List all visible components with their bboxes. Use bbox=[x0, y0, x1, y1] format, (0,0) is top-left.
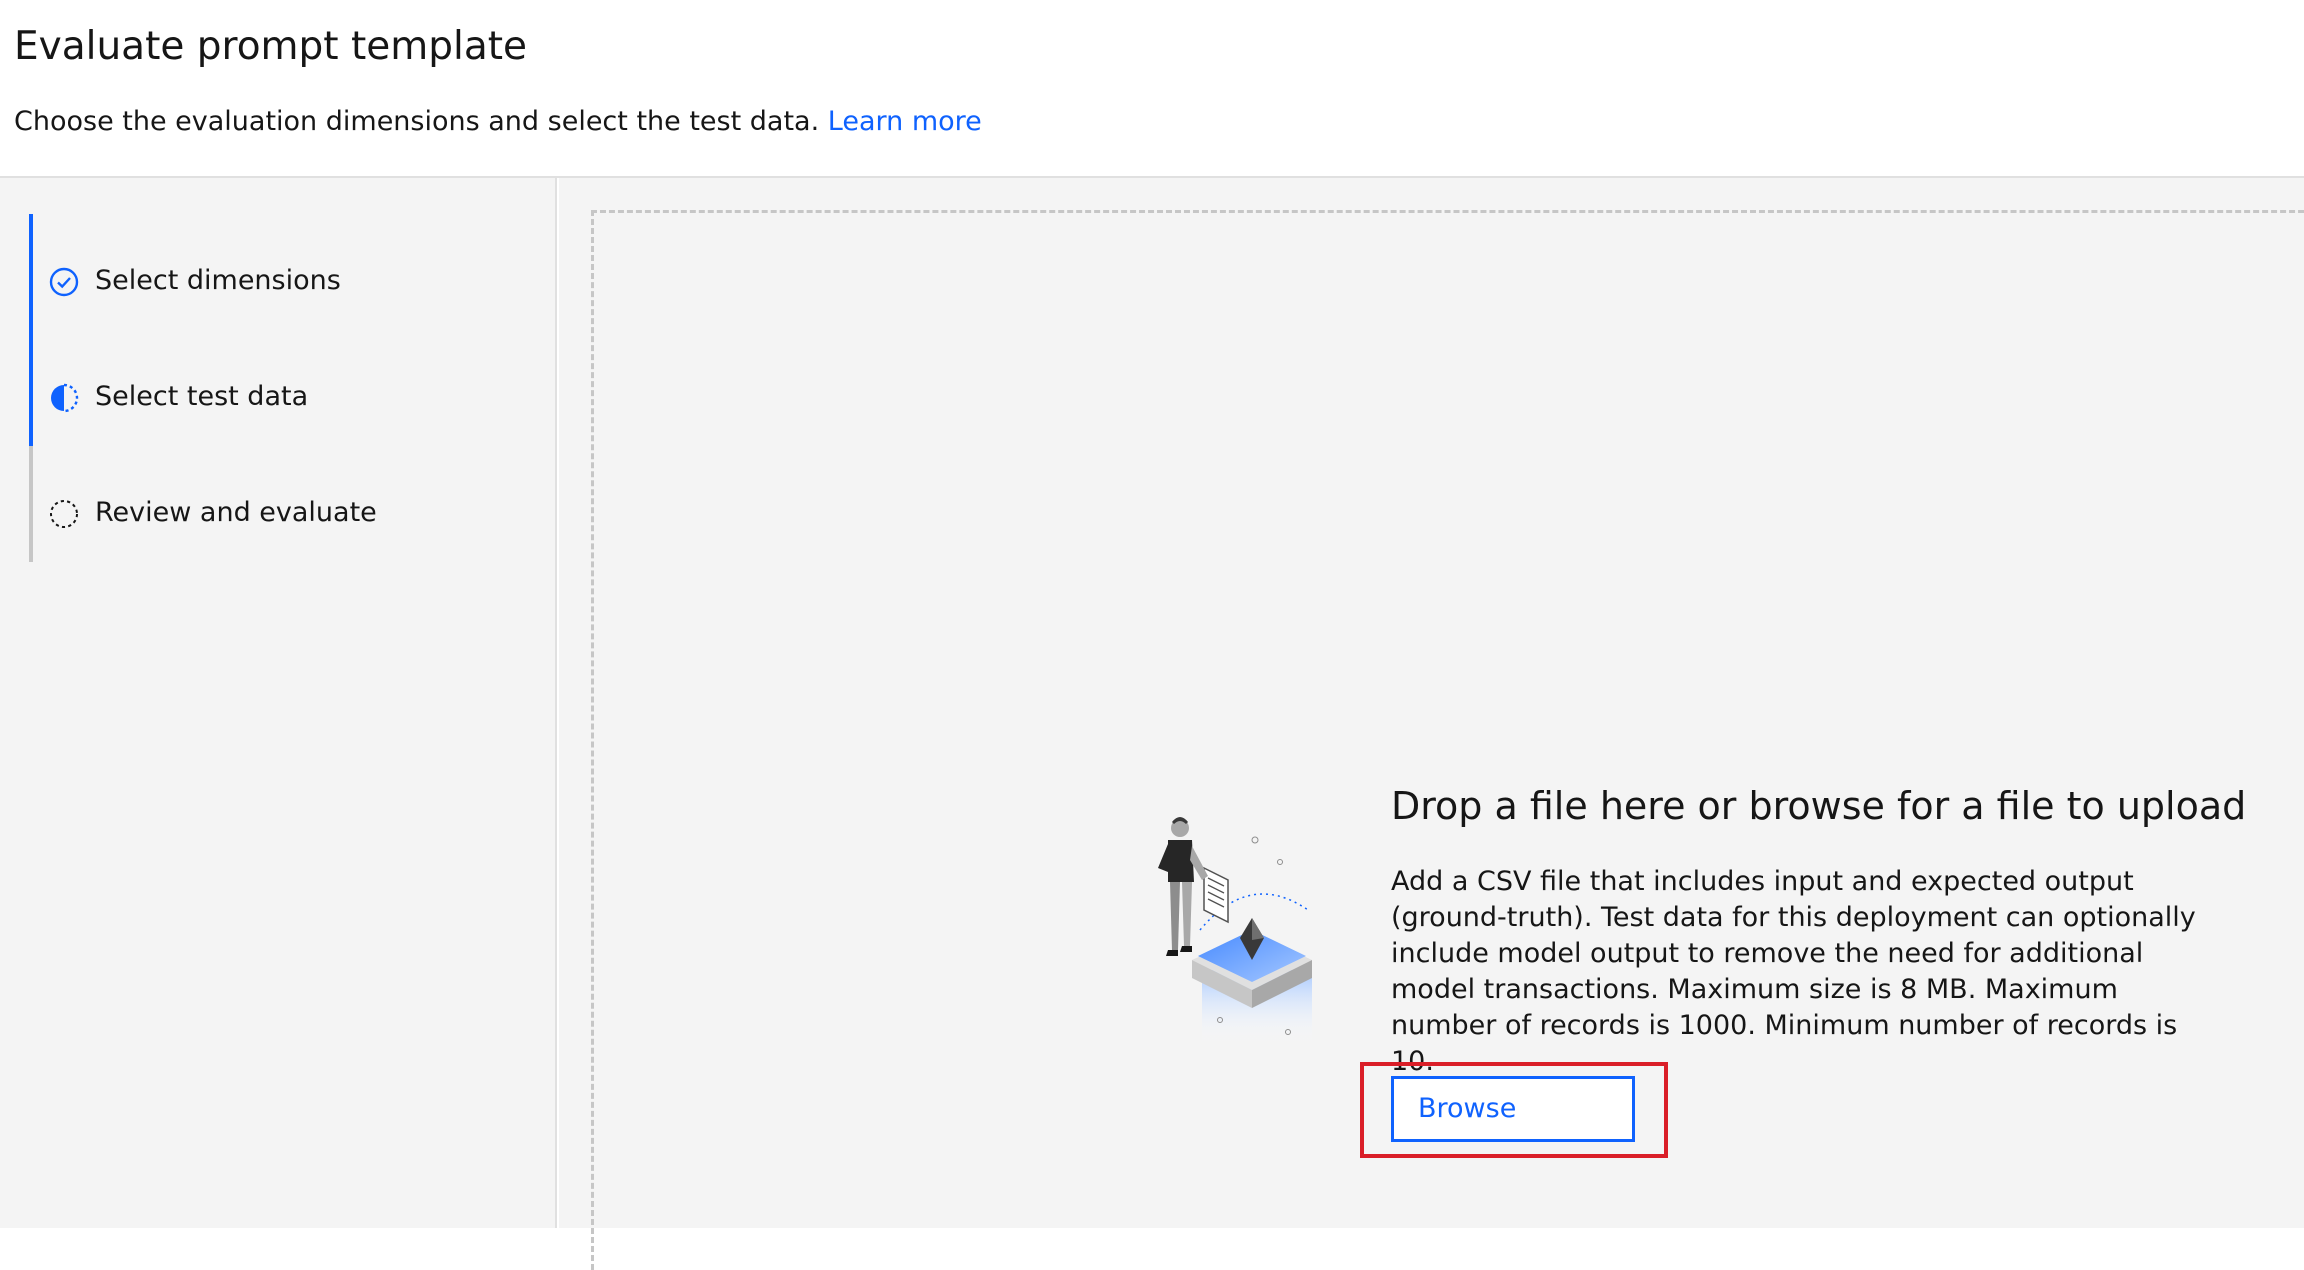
step-review-and-evaluate[interactable]: Review and evaluate bbox=[29, 446, 529, 562]
page-subtitle: Choose the evaluation dimensions and sel… bbox=[14, 100, 982, 144]
step-select-test-data[interactable]: Select test data bbox=[29, 330, 529, 446]
learn-more-link[interactable]: Learn more bbox=[828, 106, 982, 137]
step-label: Select dimensions bbox=[95, 265, 341, 296]
browse-button[interactable]: Browse bbox=[1391, 1076, 1635, 1142]
upload-illustration bbox=[1158, 817, 1312, 1045]
page-header: Evaluate prompt template Choose the eval… bbox=[0, 0, 2304, 178]
step-select-dimensions[interactable]: Select dimensions bbox=[29, 214, 529, 330]
half-circle-icon bbox=[51, 383, 79, 413]
upload-title: Drop a file here or browse for a file to… bbox=[1391, 784, 2247, 828]
step-label: Select test data bbox=[95, 381, 309, 412]
step-label: Review and evaluate bbox=[95, 497, 377, 528]
subtitle-text: Choose the evaluation dimensions and sel… bbox=[14, 106, 820, 137]
page-title: Evaluate prompt template bbox=[14, 24, 528, 69]
progress-sidebar: Select dimensions Select test data Revie… bbox=[0, 178, 557, 1228]
upload-description: Add a CSV file that includes input and e… bbox=[1391, 866, 2196, 1077]
dashed-circle-icon bbox=[50, 500, 78, 528]
checkmark-circle-icon bbox=[49, 267, 79, 297]
